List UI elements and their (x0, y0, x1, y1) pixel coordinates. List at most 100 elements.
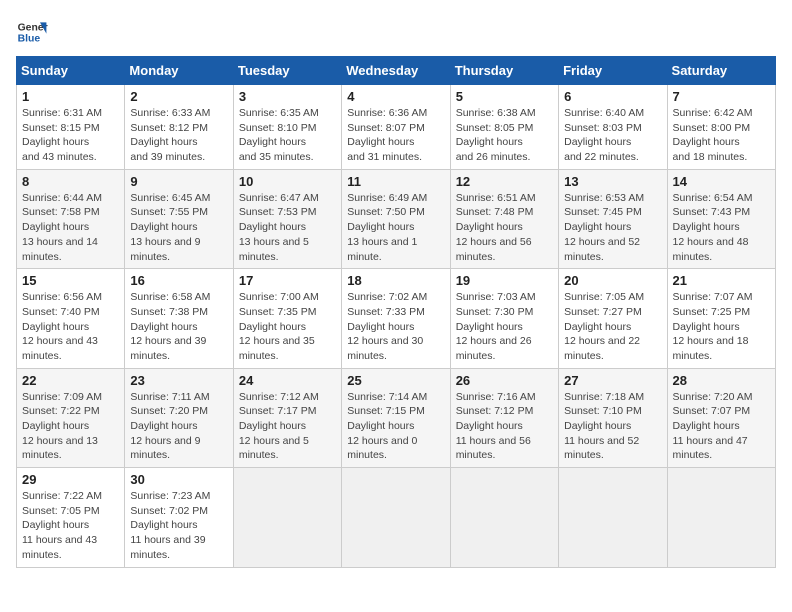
day-number: 26 (456, 373, 553, 388)
day-number: 20 (564, 273, 661, 288)
day-number: 7 (673, 89, 770, 104)
day-info: Sunrise: 7:11 AMSunset: 7:20 PMDaylight … (130, 390, 227, 463)
calendar-cell: 7 Sunrise: 6:42 AMSunset: 8:00 PMDaylight… (667, 85, 775, 170)
weekday-header-tuesday: Tuesday (233, 57, 341, 85)
calendar-cell: 14Sunrise: 6:54 AMSunset: 7:43 PMDayligh… (667, 169, 775, 268)
calendar-cell (342, 468, 450, 567)
day-info: Sunrise: 7:22 AMSunset: 7:05 PMDaylight … (22, 489, 119, 562)
calendar-cell: 30 Sunrise: 7:23 AMSunset: 7:02 PMDayligh… (125, 468, 233, 567)
day-number: 2 (130, 89, 227, 104)
day-number: 19 (456, 273, 553, 288)
calendar-cell: 3 Sunrise: 6:35 AMSunset: 8:10 PMDaylight… (233, 85, 341, 170)
day-info: Sunrise: 6:47 AMSunset: 7:53 PMDaylight … (239, 191, 336, 264)
calendar-cell: 13 Sunrise: 6:53 AMSunset: 7:45 PMDayligh… (559, 169, 667, 268)
weekday-header-friday: Friday (559, 57, 667, 85)
day-number: 13 (564, 174, 661, 189)
calendar-cell: 6 Sunrise: 6:40 AMSunset: 8:03 PMDaylight… (559, 85, 667, 170)
day-info: Sunrise: 6:36 AMSunset: 8:07 PMDaylight … (347, 106, 444, 165)
day-info: Sunrise: 7:18 AMSunset: 7:10 PMDaylight … (564, 390, 661, 463)
day-info: Sunrise: 6:42 AMSunset: 8:00 PMDaylight … (673, 106, 770, 165)
day-info: Sunrise: 7:03 AMSunset: 7:30 PMDaylight … (456, 290, 553, 363)
day-number: 21 (673, 273, 770, 288)
day-number: 27 (564, 373, 661, 388)
calendar-cell: 2 Sunrise: 6:33 AMSunset: 8:12 PMDaylight… (125, 85, 233, 170)
day-number: 10 (239, 174, 336, 189)
calendar-cell: 1 Sunrise: 6:31 AMSunset: 8:15 PMDaylight… (17, 85, 125, 170)
calendar-cell: 21 Sunrise: 7:07 AMSunset: 7:25 PMDayligh… (667, 269, 775, 368)
day-info: Sunrise: 6:35 AMSunset: 8:10 PMDaylight … (239, 106, 336, 165)
calendar-table: SundayMondayTuesdayWednesdayThursdayFrid… (16, 56, 776, 568)
day-number: 9 (130, 174, 227, 189)
day-info: Sunrise: 6:51 AMSunset: 7:48 PMDaylight … (456, 191, 553, 264)
day-info: Sunrise: 6:38 AMSunset: 8:05 PMDaylight … (456, 106, 553, 165)
calendar-cell: 5 Sunrise: 6:38 AMSunset: 8:05 PMDaylight… (450, 85, 558, 170)
calendar-cell: 23 Sunrise: 7:11 AMSunset: 7:20 PMDayligh… (125, 368, 233, 467)
day-number: 17 (239, 273, 336, 288)
day-info: Sunrise: 7:23 AMSunset: 7:02 PMDaylight … (130, 489, 227, 562)
day-info: Sunrise: 6:40 AMSunset: 8:03 PMDaylight … (564, 106, 661, 165)
weekday-header-wednesday: Wednesday (342, 57, 450, 85)
calendar-cell: 24 Sunrise: 7:12 AMSunset: 7:17 PMDayligh… (233, 368, 341, 467)
logo: General Blue (16, 16, 48, 48)
day-info: Sunrise: 7:09 AMSunset: 7:22 PMDaylight … (22, 390, 119, 463)
day-number: 23 (130, 373, 227, 388)
calendar-cell: 4 Sunrise: 6:36 AMSunset: 8:07 PMDaylight… (342, 85, 450, 170)
calendar-cell: 18 Sunrise: 7:02 AMSunset: 7:33 PMDayligh… (342, 269, 450, 368)
day-info: Sunrise: 6:58 AMSunset: 7:38 PMDaylight … (130, 290, 227, 363)
day-info: Sunrise: 6:56 AMSunset: 7:40 PMDaylight … (22, 290, 119, 363)
day-info: Sunrise: 7:14 AMSunset: 7:15 PMDaylight … (347, 390, 444, 463)
day-info: Sunrise: 7:20 AMSunset: 7:07 PMDaylight … (673, 390, 770, 463)
calendar-cell (559, 468, 667, 567)
weekday-header-saturday: Saturday (667, 57, 775, 85)
day-info: Sunrise: 7:05 AMSunset: 7:27 PMDaylight … (564, 290, 661, 363)
calendar-cell: 16 Sunrise: 6:58 AMSunset: 7:38 PMDayligh… (125, 269, 233, 368)
calendar-cell: 12 Sunrise: 6:51 AMSunset: 7:48 PMDayligh… (450, 169, 558, 268)
day-number: 30 (130, 472, 227, 487)
day-info: Sunrise: 6:31 AMSunset: 8:15 PMDaylight … (22, 106, 119, 165)
calendar-cell: 15 Sunrise: 6:56 AMSunset: 7:40 PMDayligh… (17, 269, 125, 368)
day-number: 15 (22, 273, 119, 288)
calendar-cell: 22 Sunrise: 7:09 AMSunset: 7:22 PMDayligh… (17, 368, 125, 467)
day-info: Sunrise: 6:53 AMSunset: 7:45 PMDaylight … (564, 191, 661, 264)
calendar-cell (667, 468, 775, 567)
svg-text:Blue: Blue (18, 34, 41, 45)
calendar-cell: 28 Sunrise: 7:20 AMSunset: 7:07 PMDayligh… (667, 368, 775, 467)
calendar-cell: 25 Sunrise: 7:14 AMSunset: 7:15 PMDayligh… (342, 368, 450, 467)
day-info: Sunrise: 7:12 AMSunset: 7:17 PMDaylight … (239, 390, 336, 463)
day-info: Sunrise: 6:33 AMSunset: 8:12 PMDaylight … (130, 106, 227, 165)
calendar-cell: 10 Sunrise: 6:47 AMSunset: 7:53 PMDayligh… (233, 169, 341, 268)
calendar-cell: 8Sunrise: 6:44 AMSunset: 7:58 PMDaylight… (17, 169, 125, 268)
calendar-cell: 26 Sunrise: 7:16 AMSunset: 7:12 PMDayligh… (450, 368, 558, 467)
weekday-header-monday: Monday (125, 57, 233, 85)
day-number: 24 (239, 373, 336, 388)
day-number: 12 (456, 174, 553, 189)
day-number: 1 (22, 89, 119, 104)
weekday-header-thursday: Thursday (450, 57, 558, 85)
calendar-cell: 19 Sunrise: 7:03 AMSunset: 7:30 PMDayligh… (450, 269, 558, 368)
day-info: Sunrise: 6:54 AMSunset: 7:43 PMDaylight … (673, 191, 770, 264)
day-info: Sunrise: 7:16 AMSunset: 7:12 PMDaylight … (456, 390, 553, 463)
day-info: Sunrise: 7:02 AMSunset: 7:33 PMDaylight … (347, 290, 444, 363)
day-number: 16 (130, 273, 227, 288)
calendar-cell (450, 468, 558, 567)
day-number: 5 (456, 89, 553, 104)
day-info: Sunrise: 6:45 AMSunset: 7:55 PMDaylight … (130, 191, 227, 264)
calendar-cell: 29 Sunrise: 7:22 AMSunset: 7:05 PMDayligh… (17, 468, 125, 567)
day-number: 29 (22, 472, 119, 487)
day-number: 6 (564, 89, 661, 104)
day-info: Sunrise: 7:00 AMSunset: 7:35 PMDaylight … (239, 290, 336, 363)
day-number: 11 (347, 174, 444, 189)
weekday-header-sunday: Sunday (17, 57, 125, 85)
day-number: 28 (673, 373, 770, 388)
day-number: 22 (22, 373, 119, 388)
calendar-cell: 17 Sunrise: 7:00 AMSunset: 7:35 PMDayligh… (233, 269, 341, 368)
day-info: Sunrise: 6:44 AMSunset: 7:58 PMDaylight … (22, 191, 119, 264)
calendar-cell: 11Sunrise: 6:49 AMSunset: 7:50 PMDayligh… (342, 169, 450, 268)
day-number: 25 (347, 373, 444, 388)
calendar-cell: 20 Sunrise: 7:05 AMSunset: 7:27 PMDayligh… (559, 269, 667, 368)
day-number: 3 (239, 89, 336, 104)
day-info: Sunrise: 7:07 AMSunset: 7:25 PMDaylight … (673, 290, 770, 363)
day-number: 4 (347, 89, 444, 104)
calendar-cell: 27 Sunrise: 7:18 AMSunset: 7:10 PMDayligh… (559, 368, 667, 467)
day-number: 18 (347, 273, 444, 288)
